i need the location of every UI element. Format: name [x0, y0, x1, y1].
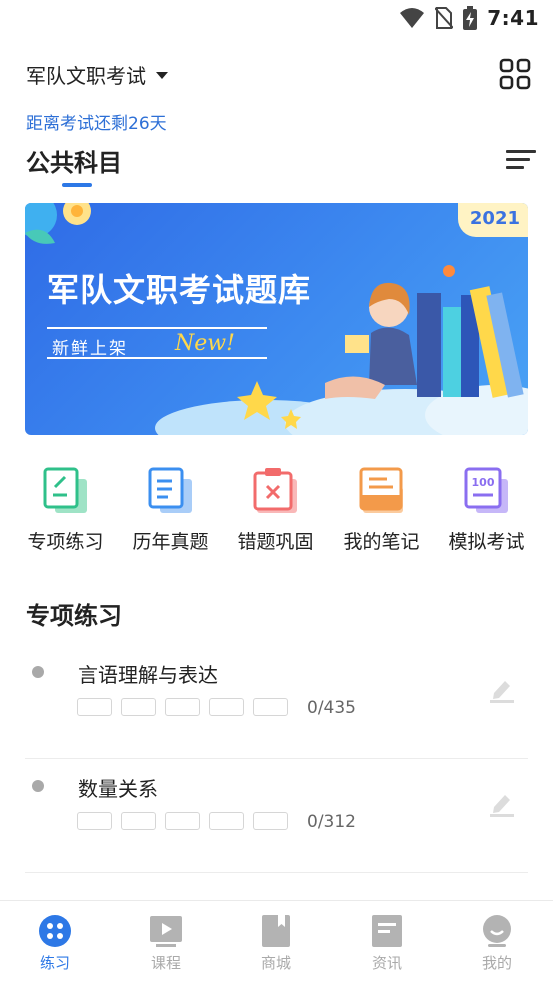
pencil-icon[interactable] [490, 677, 514, 703]
progress-segment [77, 812, 112, 830]
practice-icon [43, 467, 87, 513]
tab-store[interactable]: 商城 [221, 901, 331, 983]
progress-segment [253, 812, 288, 830]
progress-segment [253, 698, 288, 716]
feature-label: 专项练习 [27, 531, 104, 553]
status-icons: 7:41 [399, 6, 539, 30]
status-bar: 7:41 [0, 0, 553, 40]
exam-selector[interactable]: 军队文职考试 [26, 60, 168, 89]
feature-past-papers[interactable]: 历年真题 [118, 465, 223, 565]
progress-segments [77, 698, 288, 716]
feature-shortcuts: 专项练习 历年真题 错题巩固 我的笔记 100 模拟考试 [0, 465, 553, 565]
feature-practice[interactable]: 专项练习 [13, 465, 118, 565]
practice-item[interactable]: 言语理解与表达 0/435 [25, 645, 528, 759]
wrong-questions-icon [253, 468, 297, 513]
news-tab-icon [372, 915, 402, 947]
no-sim-icon [435, 7, 454, 29]
banner-new-badge: New! [175, 331, 235, 356]
bullet-dot [32, 666, 44, 678]
progress-segment [121, 698, 156, 716]
tab-practice[interactable]: 练习 [0, 901, 110, 983]
top-bar: 军队文职考试 [26, 58, 531, 98]
notes-icon [359, 467, 403, 513]
banner-illustration [25, 203, 528, 435]
feature-mock-exam[interactable]: 100 模拟考试 [434, 465, 539, 565]
subject-underline [62, 183, 92, 187]
mock-exam-icon-text: 100 [471, 476, 494, 489]
past-papers-icon [148, 467, 192, 513]
progress-segment [121, 812, 156, 830]
banner-subtitle: 新鲜上架 [52, 339, 128, 359]
exam-name: 军队文职考试 [26, 64, 146, 88]
battery-charging-icon [463, 6, 478, 30]
banner-title: 军队文职考试题库 [47, 271, 312, 309]
subject-header: 公共科目 [26, 143, 536, 193]
bullet-dot [32, 780, 44, 792]
practice-item-name: 言语理解与表达 [78, 663, 218, 687]
feature-label: 我的笔记 [343, 531, 420, 553]
promo-banner[interactable]: 军队文职考试题库 新鲜上架 New! 2021 [25, 203, 528, 435]
tab-profile[interactable]: 我的 [442, 901, 552, 983]
tab-course[interactable]: 课程 [111, 901, 221, 983]
progress-segment [165, 812, 200, 830]
progress-segment [209, 812, 244, 830]
caret-down-icon [156, 72, 168, 79]
banner-subtitle-box: 新鲜上架 New! [47, 327, 267, 359]
feature-label: 历年真题 [132, 531, 209, 553]
feature-label: 错题巩固 [237, 531, 314, 553]
practice-list-title: 专项练习 [26, 602, 122, 630]
progress-segments [77, 812, 288, 830]
progress-segment [77, 698, 112, 716]
tab-label: 练习 [39, 954, 70, 972]
practice-tab-icon [39, 915, 71, 947]
progress-segment [209, 698, 244, 716]
practice-item[interactable]: 数量关系 0/312 [25, 759, 528, 873]
store-tab-icon [262, 915, 290, 947]
practice-item-count: 0/435 [307, 698, 356, 718]
tab-label: 商城 [260, 954, 291, 972]
feature-notes[interactable]: 我的笔记 [329, 465, 434, 565]
tab-news[interactable]: 资讯 [332, 901, 442, 983]
feature-label: 模拟考试 [448, 531, 525, 553]
grid-menu-icon[interactable] [499, 58, 531, 90]
subject-title[interactable]: 公共科目 [26, 149, 122, 177]
practice-item-count: 0/312 [307, 812, 356, 832]
status-time: 7:41 [487, 6, 539, 30]
tab-label: 课程 [150, 954, 181, 972]
exam-countdown: 距离考试还剩26天 [26, 114, 167, 134]
banner-year: 2021 [469, 208, 520, 229]
sort-menu-icon[interactable] [506, 147, 536, 171]
course-tab-icon [150, 916, 182, 947]
practice-item-name: 数量关系 [78, 777, 158, 801]
pencil-icon[interactable] [490, 791, 514, 817]
tab-label: 资讯 [371, 954, 402, 972]
wifi-icon [400, 8, 425, 28]
tab-label: 我的 [481, 954, 512, 972]
bottom-tab-bar: 练习 课程 商城 资讯 我的 [0, 900, 553, 983]
mock-exam-icon: 100 [464, 467, 508, 513]
banner-year-badge: 2021 [458, 203, 528, 237]
progress-segment [165, 698, 200, 716]
profile-tab-icon [483, 915, 511, 947]
feature-wrong-questions[interactable]: 错题巩固 [223, 465, 328, 565]
